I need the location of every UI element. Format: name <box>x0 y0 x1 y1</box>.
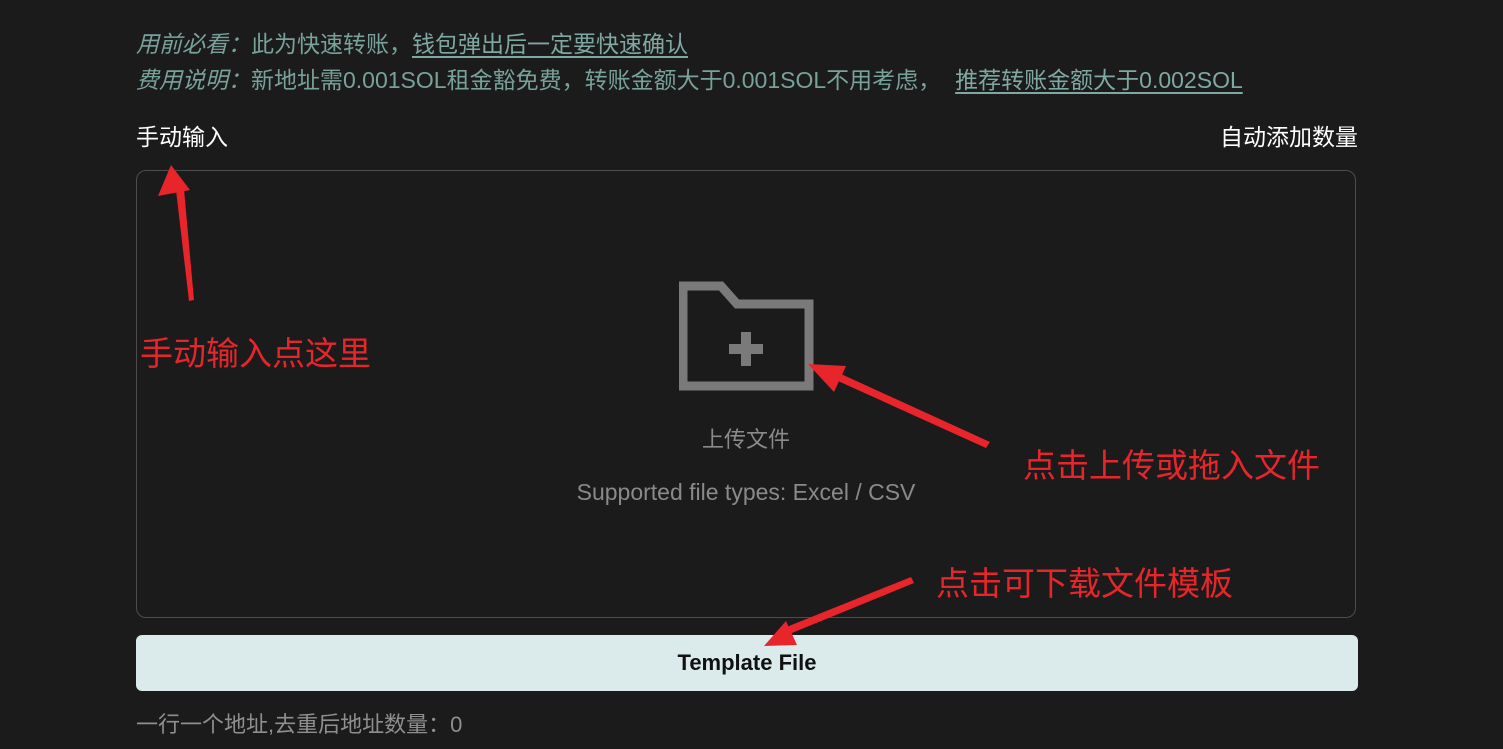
annotation-template: 点击可下载文件模板 <box>936 565 1233 602</box>
folder-plus-icon[interactable] <box>679 280 817 392</box>
annotation-upload: 点击上传或拖入文件 <box>1023 447 1320 484</box>
template-file-button[interactable]: Template File <box>136 635 1358 691</box>
notice-confirm-link[interactable]: 钱包弹出后一定要快速确认 <box>412 31 688 57</box>
notice-usage-text: 此为快速转账， <box>251 31 412 57</box>
notice-line-fee: 费用说明：新地址需0.001SOL租金豁免费，转账金额大于0.001SOL不用考… <box>136 62 1243 98</box>
notice-line-usage: 用前必看：此为快速转账，钱包弹出后一定要快速确认 <box>136 26 1243 62</box>
notice-fee-lead: 费用说明： <box>136 67 251 93</box>
manual-input-tab[interactable]: 手动输入 <box>136 118 228 152</box>
notice-usage-lead: 用前必看： <box>136 31 251 57</box>
auto-add-count-button[interactable]: 自动添加数量 <box>1220 118 1358 152</box>
notice-recommend-link[interactable]: 推荐转账金额大于0.002SOL <box>955 67 1243 93</box>
annotation-manual-input: 手动输入点这里 <box>140 335 371 372</box>
file-dropzone[interactable] <box>136 170 1356 618</box>
notice-fee-text: 新地址需0.001SOL租金豁免费，转账金额大于0.001SOL不用考虑， <box>251 67 942 93</box>
notice-block: 用前必看：此为快速转账，钱包弹出后一定要快速确认 费用说明：新地址需0.001S… <box>136 26 1243 98</box>
address-count-status: 一行一个地址,去重后地址数量：0 <box>136 712 463 737</box>
page: 用前必看：此为快速转账，钱包弹出后一定要快速确认 费用说明：新地址需0.001S… <box>0 0 1503 749</box>
